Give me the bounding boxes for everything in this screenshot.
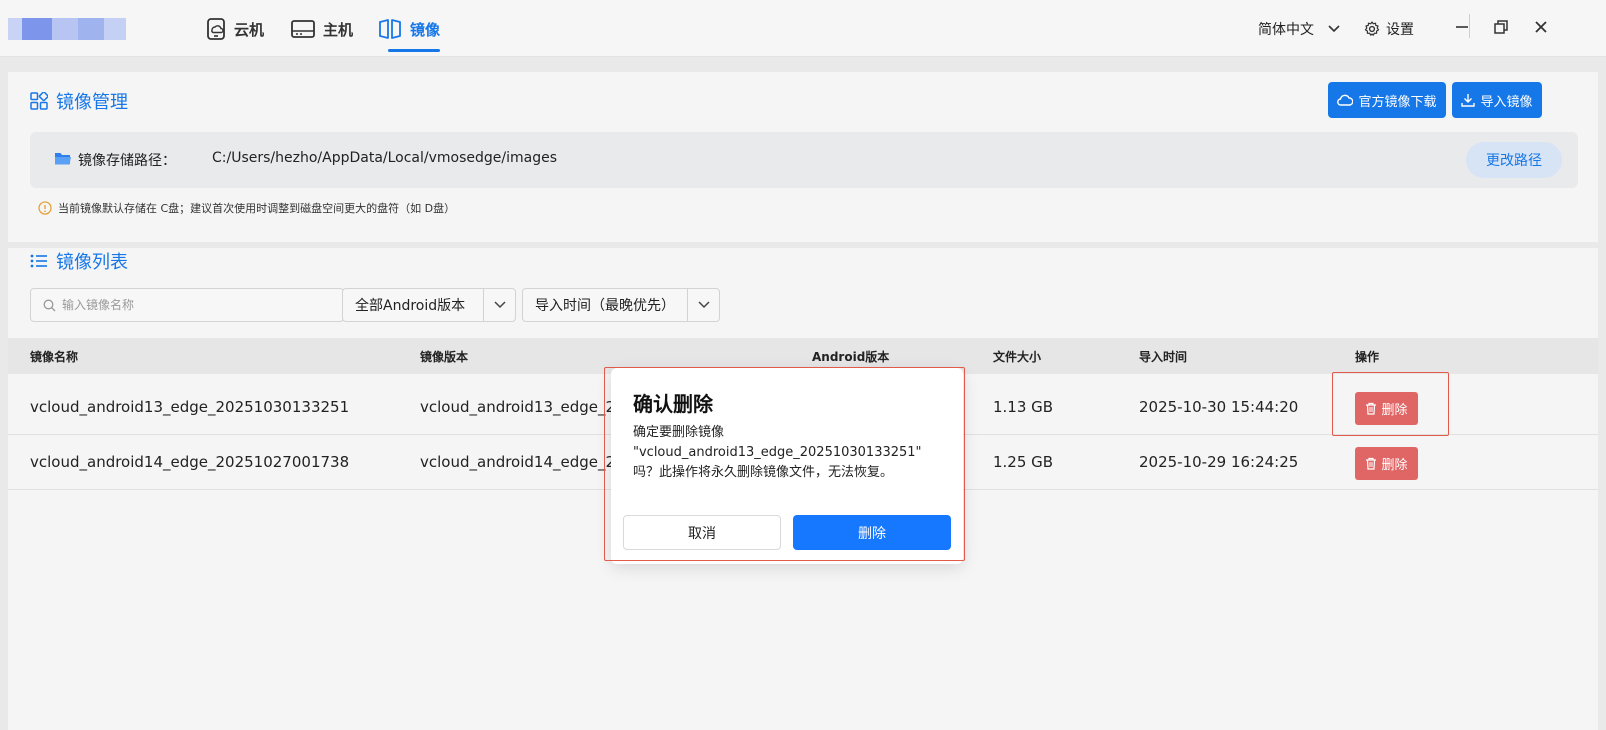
- android-version-filter[interactable]: 全部Android版本: [342, 288, 516, 322]
- column-header-version: 镜像版本: [420, 350, 469, 364]
- sort-filter-value: 导入时间（最晚优先）: [535, 298, 675, 314]
- tab-host[interactable]: 主机: [291, 14, 353, 44]
- official-download-button[interactable]: 官方镜像下载: [1328, 82, 1446, 118]
- tab-host-label: 主机: [323, 20, 354, 39]
- confirm-delete-button[interactable]: 删除: [793, 515, 951, 550]
- mirror-icon: [379, 19, 401, 39]
- column-header-name: 镜像名称: [30, 350, 79, 364]
- official-download-label: 官方镜像下载: [1358, 94, 1437, 110]
- image-list-title: 镜像列表: [30, 248, 128, 274]
- tab-cloud-phone-label: 云机: [234, 20, 265, 39]
- tab-cloud-phone[interactable]: 云机: [206, 14, 264, 44]
- download-icon: [1461, 94, 1476, 107]
- storage-hint-text: 当前镜像默认存储在 C盘；建议首次使用时调整到磁盘空间更大的盘符（如 D盘）: [58, 202, 456, 215]
- storage-path-value: C:/Users/hezho/AppData/Local/vmosedge/im…: [212, 150, 558, 166]
- import-image-label: 导入镜像: [1480, 94, 1533, 110]
- dialog-message-line: 确定要删除镜像: [633, 425, 725, 440]
- close-icon: [1535, 21, 1547, 33]
- tab-mirror[interactable]: 镜像: [378, 14, 440, 44]
- cancel-button[interactable]: 取消: [623, 515, 781, 550]
- image-management-title-text: 镜像管理: [56, 92, 128, 113]
- cloud-icon: [1337, 94, 1354, 106]
- folder-icon: [55, 153, 71, 165]
- delete-button-highlight: [1332, 372, 1449, 436]
- row-time: 2025-10-29 16:24:25: [1139, 453, 1299, 471]
- close-button[interactable]: [1530, 16, 1552, 38]
- gear-icon: [1364, 21, 1380, 36]
- delete-button-label: 删除: [1381, 458, 1408, 473]
- storage-hint: 当前镜像默认存储在 C盘；建议首次使用时调整到磁盘空间更大的盘符（如 D盘）: [38, 200, 455, 216]
- import-image-button[interactable]: 导入镜像: [1452, 82, 1542, 118]
- search-icon: [43, 299, 56, 311]
- restore-icon: [1494, 20, 1508, 34]
- row-name: vcloud_android13_edge_20251030133251: [30, 398, 350, 416]
- trash-icon: [1366, 457, 1377, 470]
- list-icon: [30, 254, 47, 268]
- dialog-message: 确定要删除镜像 "vcloud_android13_edge_202510301…: [633, 423, 953, 483]
- column-header-android: Android版本: [812, 350, 890, 364]
- tab-mirror-label: 镜像: [410, 20, 441, 39]
- row-size: 1.13 GB: [993, 398, 1054, 416]
- image-search: [30, 288, 344, 322]
- image-list-title-text: 镜像列表: [56, 252, 128, 273]
- active-tab-indicator: [388, 49, 440, 52]
- dialog-title: 确认删除: [633, 392, 713, 416]
- info-icon: [38, 201, 52, 215]
- chevron-down-icon: [493, 301, 506, 309]
- android-version-filter-value: 全部Android版本: [355, 298, 466, 314]
- grid-icon: [30, 92, 48, 110]
- host-icon: [291, 20, 315, 38]
- language-label: 简体中文: [1258, 22, 1314, 38]
- delete-button[interactable]: 删除: [1355, 447, 1418, 480]
- dialog-message-warning: 吗？此操作将永久删除镜像文件，无法恢复。: [633, 465, 894, 480]
- row-size: 1.25 GB: [993, 453, 1054, 471]
- settings-label: 设置: [1386, 22, 1414, 38]
- title-bar: 云机 主机 镜像 简体中文 设置: [0, 0, 1606, 57]
- storage-path-box: 镜像存储路径： C:/Users/hezho/AppData/Local/vmo…: [30, 132, 1578, 188]
- cloud-phone-icon: [207, 18, 225, 40]
- search-input[interactable]: [62, 298, 322, 312]
- language-select[interactable]: 简体中文: [1258, 14, 1340, 44]
- confirm-delete-dialog: 确认删除 确定要删除镜像 "vcloud_android13_edge_2025…: [611, 368, 963, 564]
- chevron-down-icon: [1328, 25, 1340, 33]
- sort-filter[interactable]: 导入时间（最晚优先）: [522, 288, 720, 322]
- minimize-button[interactable]: [1451, 16, 1473, 38]
- row-name: vcloud_android14_edge_20251027001738: [30, 453, 350, 471]
- image-management-title: 镜像管理: [30, 88, 128, 114]
- image-management-panel: 镜像管理 官方镜像下载 导入镜像 镜像存储路径： C:/Users/hezho/…: [8, 72, 1598, 242]
- column-header-size: 文件大小: [993, 350, 1042, 364]
- column-header-action: 操作: [1355, 350, 1380, 364]
- dialog-message-image-name: "vcloud_android13_edge_20251030133251": [633, 445, 922, 460]
- minimize-icon: [1456, 26, 1468, 28]
- change-path-button[interactable]: 更改路径: [1466, 142, 1562, 178]
- column-header-time: 导入时间: [1139, 350, 1188, 364]
- maximize-button[interactable]: [1490, 16, 1512, 38]
- app-logo: [8, 18, 126, 40]
- settings-button[interactable]: 设置: [1364, 14, 1414, 44]
- chevron-down-icon: [697, 301, 710, 309]
- row-time: 2025-10-30 15:44:20: [1139, 398, 1299, 416]
- storage-path-label: 镜像存储路径：: [78, 153, 176, 169]
